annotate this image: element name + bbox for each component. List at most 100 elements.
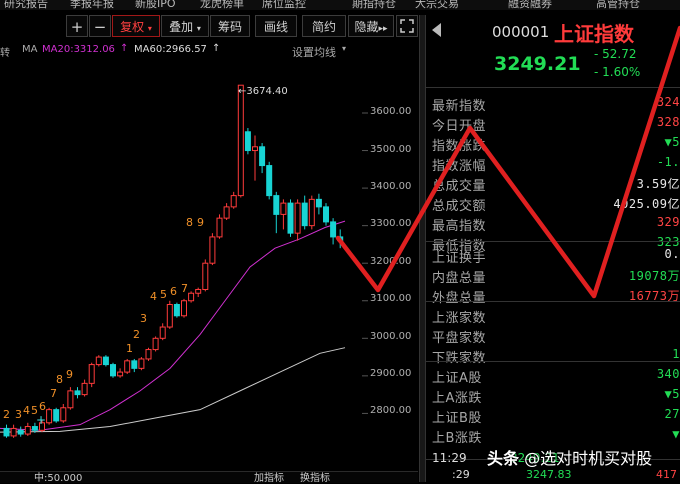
menu-item[interactable]: 高管持仓 — [596, 0, 640, 10]
prev-stock-icon[interactable] — [432, 23, 441, 37]
stat-label: 上证B股 — [432, 411, 482, 426]
stat-value: 4025.09亿 — [613, 197, 680, 211]
separator — [426, 87, 680, 88]
price-tick: 3000.00 — [370, 331, 412, 342]
candle-body — [46, 409, 53, 424]
candle-body — [3, 427, 10, 437]
stat-value: -1. — [656, 155, 680, 169]
candle-body — [145, 349, 152, 360]
candle-body — [173, 304, 180, 317]
kline-chart[interactable]: 2 3 4 5 678 91234 5 6 78 9+ — [0, 0, 418, 482]
stat-row: 上证换手 0. — [432, 247, 680, 267]
candle-body — [17, 429, 24, 435]
panel-divider[interactable] — [419, 15, 426, 482]
stat-value: 16773万 — [628, 289, 680, 303]
wave-count-label: 3 — [15, 408, 22, 421]
indicator-bar: 中:50.000 加指标 换指标 — [0, 471, 418, 484]
stat-label: 外盘总量 — [432, 291, 487, 306]
stat-row: 平盘家数 — [432, 327, 680, 347]
stock-code: 000001 — [492, 23, 550, 41]
wave-count-label: 8 — [56, 373, 63, 386]
stat-label: 平盘家数 — [432, 331, 487, 346]
stat-label: 上证换手 — [432, 251, 487, 266]
candle-body — [323, 206, 329, 223]
candle-body — [280, 202, 287, 215]
wave-count-label: 9 — [197, 216, 204, 229]
stat-row: 上证A股 340 — [432, 367, 680, 387]
stat-row: 内盘总量 19078万 — [432, 267, 680, 287]
separator — [426, 241, 680, 242]
current-price: 3249.21 — [494, 53, 581, 75]
candle-body — [308, 198, 315, 227]
stat-value: 27 — [664, 407, 680, 421]
wave-count-label: 5 — [160, 288, 167, 301]
stock-name: 上证指数 — [554, 22, 634, 46]
stat-row: 上证B股 27 — [432, 407, 680, 427]
stat-value: 19078万 — [628, 269, 680, 283]
quote-panel: 000001 上证指数 3249.21 - 52.72 - 1.60% 最新指数… — [426, 15, 680, 482]
high-price-label: ←3674.40 — [238, 86, 288, 97]
wave-count-label: 4 — [150, 290, 157, 303]
high-price-value: 3674.40 — [246, 86, 288, 97]
price-tick: 3100.00 — [370, 293, 412, 304]
candle-body — [202, 262, 209, 290]
wave-count-label: 7 — [50, 387, 57, 400]
stat-label: 指数涨跌 — [432, 139, 487, 154]
stat-value: 340 — [656, 367, 680, 381]
separator — [426, 301, 680, 302]
stat-row: 外盘总量 16773万 — [432, 287, 680, 307]
stat-value: 328 — [656, 115, 680, 129]
candle-body — [216, 217, 223, 238]
price-tick: 3300.00 — [370, 218, 412, 229]
stat-row: 上涨家数 — [432, 307, 680, 327]
wave-count-label: 8 — [186, 216, 193, 229]
stat-row: 最高指数 329 — [432, 215, 680, 235]
wave-count-label: 1 — [126, 342, 133, 355]
candle-body — [195, 288, 202, 294]
candle-body — [95, 356, 102, 366]
candle-body — [102, 356, 109, 366]
price-change: - 52.72 — [594, 47, 637, 61]
price-change-pct: - 1.60% — [594, 65, 641, 79]
tick-time-2: :29 — [452, 468, 470, 481]
stat-row: 总成交额 4025.09亿 — [432, 195, 680, 215]
stat-label: 内盘总量 — [432, 271, 487, 286]
price-tick: 3600.00 — [370, 106, 412, 117]
stat-label: 总成交额 — [432, 199, 487, 214]
candle-body — [294, 202, 301, 234]
stat-row: 指数涨幅 -1. — [432, 155, 680, 175]
candle-body — [166, 304, 173, 328]
stat-row: 今日开盘 328 — [432, 115, 680, 135]
candle-body — [209, 236, 216, 264]
candle-body — [230, 195, 237, 208]
wave-count-label: 4 — [23, 404, 30, 417]
candle-body — [24, 426, 31, 435]
price-tick: 3200.00 — [370, 256, 412, 267]
candle-body — [67, 390, 74, 409]
candle-body — [244, 131, 251, 152]
candle-body — [159, 326, 166, 339]
candle-body — [117, 371, 124, 377]
candle-body — [124, 360, 131, 373]
candle-body — [131, 360, 138, 369]
stat-label: 上A涨跌 — [432, 391, 482, 406]
wave-count-label: 6 — [39, 400, 46, 413]
candle-body — [110, 364, 116, 377]
candle-body — [81, 382, 88, 396]
price-tick: 3400.00 — [370, 181, 412, 192]
stat-row: 上B涨跌 ▼ — [432, 427, 680, 447]
wave-count-label: 2 — [133, 328, 140, 341]
menu-item[interactable]: 融资融券 — [508, 0, 552, 10]
candle-body — [237, 84, 244, 197]
candle-body — [252, 146, 258, 152]
candle-body — [273, 195, 280, 215]
menu-item[interactable]: 大宗交易 — [415, 0, 459, 10]
candle-body — [301, 202, 308, 227]
candle-body — [74, 390, 81, 396]
candle-body — [223, 206, 230, 219]
stat-value: 3.59亿 — [636, 177, 680, 191]
candle-body — [181, 300, 187, 317]
candle-body — [337, 236, 344, 242]
stat-row: 下跌家数 1 — [432, 347, 680, 367]
tick-value-2b: 417 — [656, 468, 677, 481]
